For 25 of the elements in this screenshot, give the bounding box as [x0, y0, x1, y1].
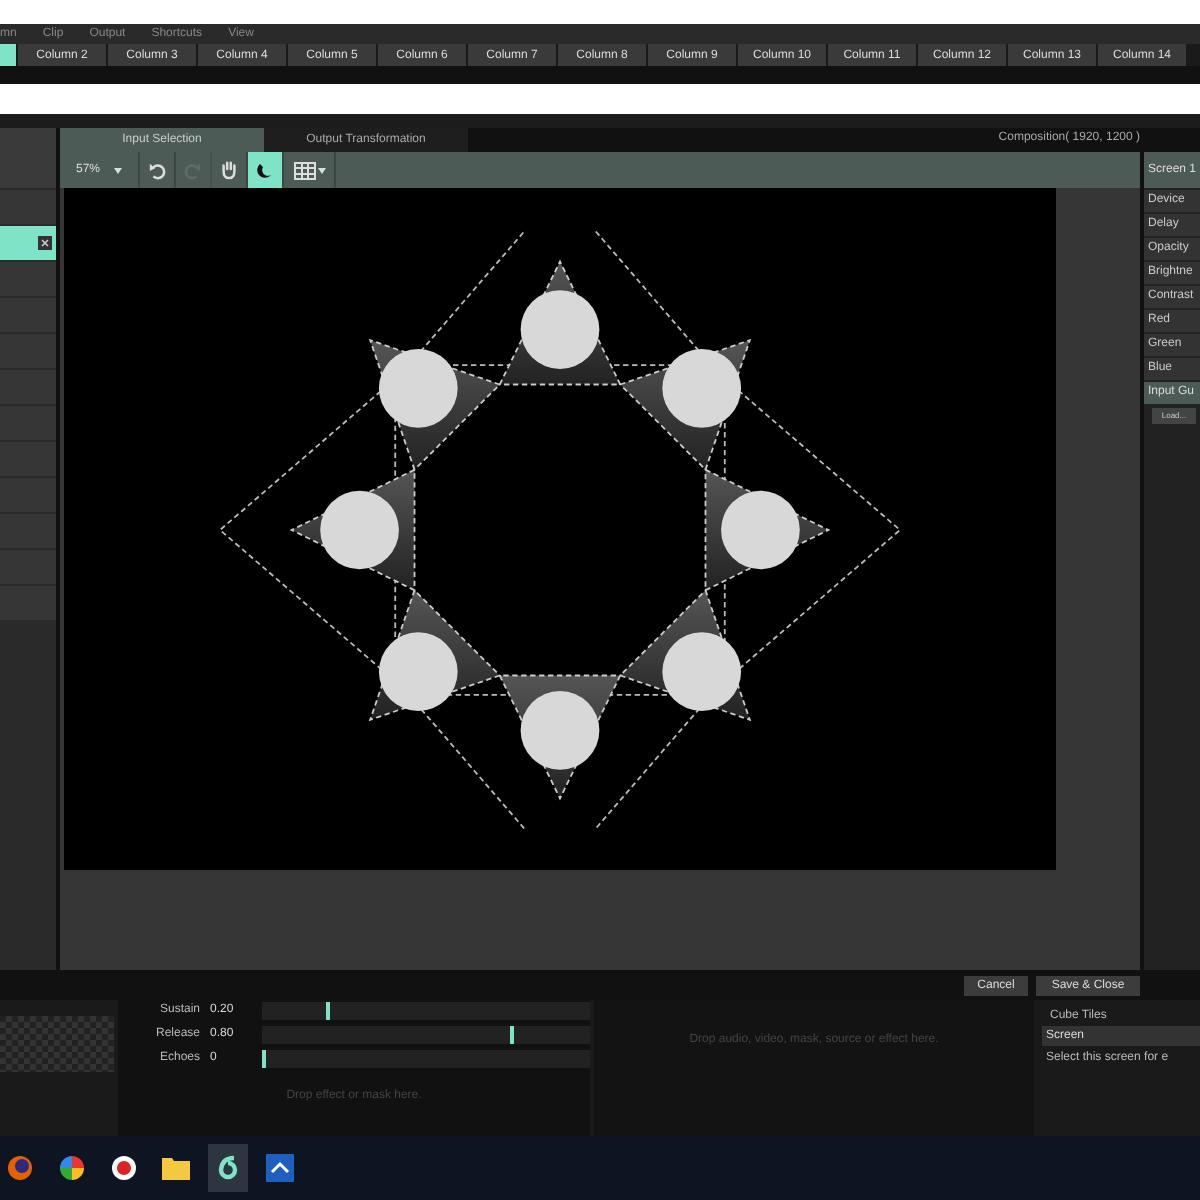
record-icon [110, 1154, 138, 1182]
app-icon [214, 1154, 242, 1182]
layer-row[interactable] [0, 226, 56, 260]
globe-icon [6, 1154, 34, 1182]
slider-handle[interactable] [325, 1002, 330, 1020]
param-slider[interactable] [262, 1050, 590, 1068]
tool-button[interactable] [248, 152, 284, 188]
mapping-canvas[interactable] [64, 188, 1056, 870]
caret-icon [114, 167, 122, 173]
hand-icon [220, 160, 238, 180]
checkerboard-thumbnail [0, 1016, 114, 1072]
slider-handle[interactable] [510, 1026, 515, 1044]
column-button[interactable] [0, 44, 16, 66]
pinwheel-icon [58, 1154, 86, 1182]
param-slider[interactable] [262, 1026, 590, 1044]
slider-handle[interactable] [262, 1050, 266, 1068]
taskbar-button[interactable] [208, 1144, 248, 1192]
layer-header [0, 128, 56, 188]
grid-icon [293, 161, 315, 179]
app-icon [266, 1154, 294, 1182]
param-slider[interactable] [262, 1002, 590, 1020]
folder-icon [162, 1156, 190, 1180]
close-icon[interactable] [38, 236, 52, 250]
caret-icon [317, 167, 325, 173]
undo-icon [148, 161, 166, 179]
